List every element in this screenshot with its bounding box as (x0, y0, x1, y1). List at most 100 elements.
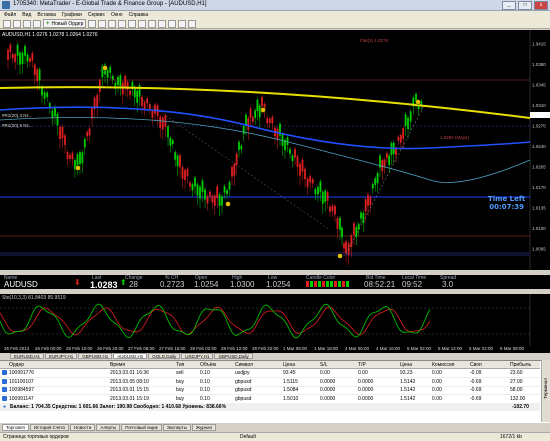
cell-symbol: usdjpy (235, 370, 250, 376)
menu-help[interactable]: Справка (129, 11, 149, 19)
maximize-button[interactable]: □ (518, 1, 532, 10)
navigator-icon[interactable] (33, 19, 41, 28)
cell-sl: 0.0000 (320, 395, 336, 402)
zigzag-point-marker (102, 65, 108, 71)
menu-charts[interactable]: Графики (62, 11, 82, 19)
col-order[interactable]: Ордер (9, 362, 24, 368)
col-volume[interactable]: Объём (200, 362, 216, 368)
toolbar: + Новый Ордер (0, 19, 550, 29)
candle-body (117, 76, 119, 86)
candle-body (64, 135, 66, 146)
menu-insert[interactable]: Вставка (37, 11, 56, 19)
periods-icon[interactable] (178, 19, 187, 28)
chart-tab-gbpusd-daily[interactable]: GBPUSD,Daily (214, 353, 253, 359)
minimize-button[interactable]: _ (502, 1, 516, 10)
profiles-icon[interactable] (13, 19, 21, 28)
cell-open-price: 1.5084 (283, 387, 299, 393)
terminal-panel: Ордер Время Тип Объём Символ Цена S/L T/… (0, 360, 550, 423)
order-icon (2, 395, 7, 401)
chart-tab-gold[interactable]: GOLD,Daily (148, 353, 181, 359)
time-axis: 26 Feb 2013 26 Feb 00:00 26 Feb 10:00 26 Fe… (0, 346, 550, 353)
date-tick: 5 Mar 22:00 (469, 346, 494, 351)
candle-body (256, 99, 259, 111)
info-change: 28 (129, 280, 138, 289)
order-icon (2, 378, 7, 384)
col-time[interactable]: Время (110, 362, 125, 368)
line-chart-icon[interactable] (118, 19, 127, 28)
chart-tab-audusd[interactable]: AUDUSD,H1 (113, 353, 148, 359)
zoom-out-icon[interactable] (138, 19, 147, 28)
tab-mailbox[interactable]: Почтовый ящик (121, 424, 162, 431)
price-tick: 1.0170 (532, 185, 546, 190)
candle-body (226, 190, 228, 195)
col-price-current[interactable]: Цена (400, 362, 412, 368)
cell-current-price: 1.5142 (400, 378, 416, 385)
shade-band (0, 252, 530, 256)
candle-body (341, 227, 343, 238)
market-watch-icon[interactable] (23, 19, 31, 28)
bar-chart-icon[interactable] (98, 19, 107, 28)
cell-tp: 0.0000 (358, 378, 374, 385)
chart-shift-icon[interactable] (158, 19, 167, 28)
metatrader-app-icon (2, 1, 10, 9)
level-label: 1.0280 (Major) (440, 135, 470, 140)
candle-body (61, 126, 64, 139)
close-button[interactable]: x (534, 1, 548, 10)
autoscroll-icon[interactable] (148, 19, 157, 28)
menu-file[interactable]: Файл (4, 11, 16, 19)
tab-trade[interactable]: Торговля (2, 424, 29, 431)
candle-body (33, 64, 36, 76)
candlestick-icon[interactable] (108, 19, 117, 28)
candle-body (181, 167, 184, 179)
date-tick: 1 Mar 08:00 (283, 346, 308, 351)
chart-tab-eurusd[interactable]: EURUSD,H1 (10, 353, 45, 359)
col-price[interactable]: Цена (283, 362, 295, 368)
tab-news[interactable]: Новости (69, 424, 96, 431)
candle-body (196, 184, 199, 196)
candle-body (240, 145, 243, 150)
candle-body (399, 134, 402, 143)
col-swap[interactable]: Своп (470, 362, 482, 368)
candle-body (360, 212, 362, 219)
zoom-in-icon[interactable] (128, 19, 137, 28)
col-type[interactable]: Тип (176, 362, 184, 368)
tab-journal[interactable]: Журнал (191, 424, 217, 431)
status-traffic: 1672/1 kb (500, 434, 522, 440)
expert-advisors-icon[interactable] (88, 19, 97, 28)
cell-volume: 0.10 (200, 370, 210, 376)
tab-account-history[interactable]: История Счета (29, 424, 69, 431)
menu-view[interactable]: Вид (22, 11, 31, 19)
cell-open-time: 2013.03.01 16:36 (110, 370, 149, 376)
templates-icon[interactable] (188, 19, 197, 28)
info-pch: 0.2723 (160, 280, 185, 289)
stochastic-subwindow[interactable]: Sto(10,3,3) 81.8403 85.9519 (0, 294, 550, 346)
tab-experts[interactable]: Эксперты (162, 424, 191, 431)
cell-tp: 0.0000 (358, 387, 374, 393)
candle-body (179, 155, 181, 168)
new-order-button[interactable]: + Новый Ордер (43, 19, 87, 28)
cell-commission: 0.00 (432, 387, 442, 393)
col-symbol[interactable]: Символ (235, 362, 253, 368)
main-price-chart[interactable]: 1.0415 1.0380 1.0345 1.0310 1.0275 1.0240 1.02… (0, 30, 550, 270)
candle-body (299, 163, 301, 176)
tab-alerts[interactable]: Алерты (96, 424, 121, 431)
candle-body (199, 186, 201, 199)
zigzag-point-marker (337, 253, 343, 259)
chart-tab-gbpusd[interactable]: GBPUSD,H1 (78, 353, 113, 359)
col-commission[interactable]: Комиссия (432, 362, 454, 368)
candle-body (98, 80, 101, 93)
indicators-icon[interactable] (168, 19, 177, 28)
window-controls: _ □ x (502, 1, 548, 10)
col-profit[interactable]: Прибыль (510, 362, 531, 368)
col-sl[interactable]: S/L (320, 362, 328, 368)
menu-window[interactable]: Окно (111, 11, 123, 19)
col-tp[interactable]: T/P (358, 362, 366, 368)
candle-body (189, 182, 191, 187)
up-arrow-icon: ⬆ (120, 278, 127, 287)
candle-body (383, 159, 386, 168)
chart-tab-eurjpy[interactable]: EURJPY,H1 (45, 353, 78, 359)
new-chart-icon[interactable] (3, 19, 11, 28)
menu-tools[interactable]: Сервис (88, 11, 105, 19)
chart-tab-usdjpy[interactable]: USDJPY,H1 (181, 353, 214, 359)
cell-profit: 58.00 (510, 387, 523, 393)
